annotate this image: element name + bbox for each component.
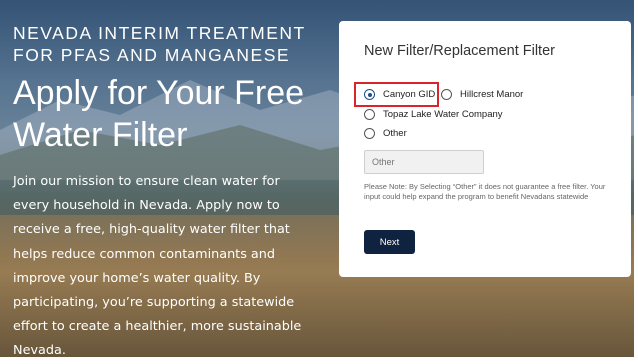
program-eyebrow: NEVADA INTERIM TREATMENT FOR PFAS AND MA…	[13, 23, 306, 65]
option-label: Hillcrest Manor	[460, 89, 524, 100]
radio-canyon-gid[interactable]	[364, 89, 375, 100]
radio-hillcrest-manor[interactable]	[441, 89, 452, 100]
other-disclaimer: Please Note: By Selecting “Other” it doe…	[364, 182, 606, 201]
filter-form-card: New Filter/Replacement Filter Canyon GID…	[339, 21, 631, 277]
option-canyon-gid[interactable]: Canyon GID	[364, 89, 435, 100]
right-border	[634, 0, 638, 359]
radio-other[interactable]	[364, 128, 375, 139]
other-text-input[interactable]	[364, 150, 484, 174]
option-hillcrest-manor[interactable]: Hillcrest Manor	[441, 89, 523, 100]
option-topaz-lake[interactable]: Topaz Lake Water Company	[364, 109, 503, 120]
option-label: Canyon GID	[383, 89, 436, 100]
option-label: Other	[383, 128, 407, 139]
option-label: Topaz Lake Water Company	[383, 109, 503, 120]
page-headline: Apply for Your Free Water Filter	[13, 74, 305, 154]
hero-text: NEVADA INTERIM TREATMENT FOR PFAS AND MA…	[13, 22, 323, 364]
hero-description: Join our mission to ensure clean water f…	[13, 174, 302, 359]
radio-topaz-lake[interactable]	[364, 109, 375, 120]
next-button[interactable]: Next	[364, 230, 415, 254]
option-other[interactable]: Other	[364, 128, 407, 139]
form-title: New Filter/Replacement Filter	[364, 43, 555, 59]
